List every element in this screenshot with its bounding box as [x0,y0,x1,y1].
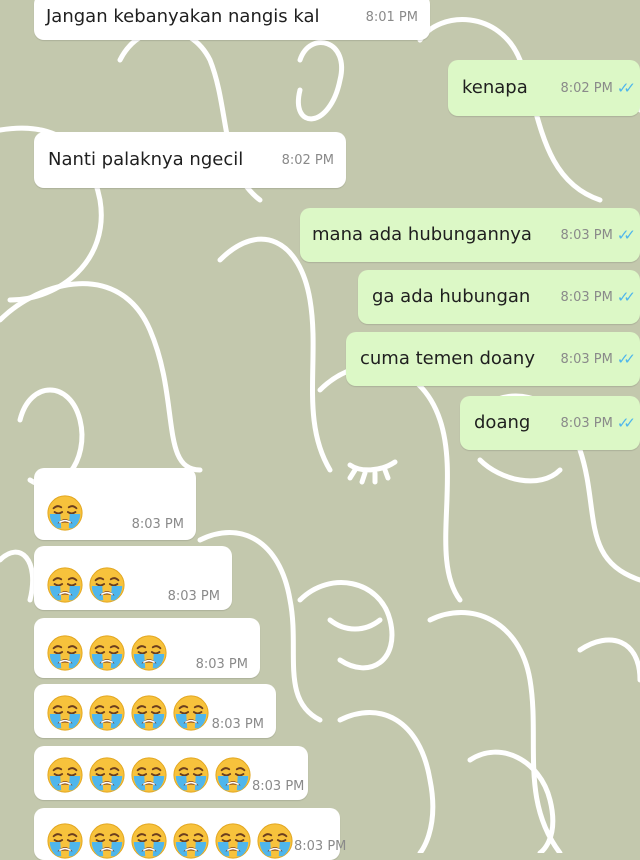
message-time: 8:03 PM [560,351,613,367]
crying-face-icon [131,757,167,793]
read-receipt-icon: ✓✓ [616,288,636,306]
read-receipt-icon: ✓✓ [616,226,636,244]
emoji-row [46,634,168,672]
crying-face-icon [89,695,125,731]
emoji-message-bubble[interactable]: 8:03 PM [34,684,276,738]
message-text: ga ada hubungan [372,286,531,307]
message-meta: 8:03 PM ✓✓ [560,226,636,244]
message-time: 8:03 PM [131,517,184,532]
emoji-message-bubble[interactable]: 8:03 PM [34,808,346,860]
emoji-row [46,822,294,860]
message-meta: 8:02 PM ✓✓ [560,79,636,97]
message-meta: 8:03 PM ✓✓ [560,350,636,368]
message-bubble-incoming[interactable]: Jangan kebanyakan nangis kal 8:01 PM [34,0,430,40]
message-time: 8:03 PM [560,289,613,305]
crying-face-icon [173,823,209,859]
emoji-message-bubble[interactable]: 8:03 PM [34,546,232,610]
message-text: kenapa [462,77,528,98]
crying-face-icon [47,823,83,859]
message-time: 8:03 PM [167,589,220,604]
crying-face-icon [47,757,83,793]
crying-face-icon [89,823,125,859]
crying-face-icon [89,757,125,793]
message-bubble-incoming[interactable]: Nanti palaknya ngecil 8:02 PM [34,132,346,188]
message-text: mana ada hubungannya [312,224,532,245]
crying-face-icon [47,495,83,531]
crying-face-icon [173,695,209,731]
crying-face-icon [215,757,251,793]
crying-face-icon [173,757,209,793]
message-time: 8:03 PM [211,717,264,732]
message-time: 8:03 PM [252,779,305,794]
message-time: 8:03 PM [294,839,347,854]
emoji-row [46,694,210,732]
crying-face-icon [257,823,293,859]
emoji-row [46,756,252,794]
message-time: 8:03 PM [195,657,248,672]
message-bubble-outgoing[interactable]: mana ada hubungannya 8:03 PM ✓✓ [300,208,640,262]
emoji-message-bubble[interactable]: 8:03 PM [34,618,260,678]
message-time: 8:03 PM [560,227,613,243]
read-receipt-icon: ✓✓ [616,350,636,368]
crying-face-icon [47,567,83,603]
emoji-row [46,566,126,604]
message-meta: 8:03 PM ✓✓ [560,414,636,432]
crying-face-icon [47,695,83,731]
message-bubble-outgoing[interactable]: doang 8:03 PM ✓✓ [460,396,640,450]
crying-face-icon [89,567,125,603]
message-time: 8:03 PM [560,415,613,431]
crying-face-icon [131,695,167,731]
crying-face-icon [215,823,251,859]
message-bubble-outgoing[interactable]: cuma temen doany 8:03 PM ✓✓ [346,332,640,386]
read-receipt-icon: ✓✓ [616,414,636,432]
message-time: 8:02 PM [281,152,334,168]
message-time: 8:02 PM [560,80,613,96]
crying-face-icon [47,635,83,671]
crying-face-icon [89,635,125,671]
message-text: doang [474,412,531,433]
emoji-row [46,494,84,532]
message-text: cuma temen doany [360,348,535,369]
emoji-message-bubble[interactable]: 8:03 PM [34,468,196,540]
message-bubble-outgoing[interactable]: ga ada hubungan 8:03 PM ✓✓ [358,270,640,324]
read-receipt-icon: ✓✓ [616,79,636,97]
crying-face-icon [131,635,167,671]
message-bubble-outgoing[interactable]: kenapa 8:02 PM ✓✓ [448,60,640,116]
message-time: 8:01 PM [365,9,418,25]
message-meta: 8:03 PM ✓✓ [560,288,636,306]
message-text: Jangan kebanyakan nangis kal [46,6,320,27]
emoji-message-bubble[interactable]: 8:03 PM [34,746,308,800]
message-text: Nanti palaknya ngecil [48,149,244,170]
crying-face-icon [131,823,167,859]
